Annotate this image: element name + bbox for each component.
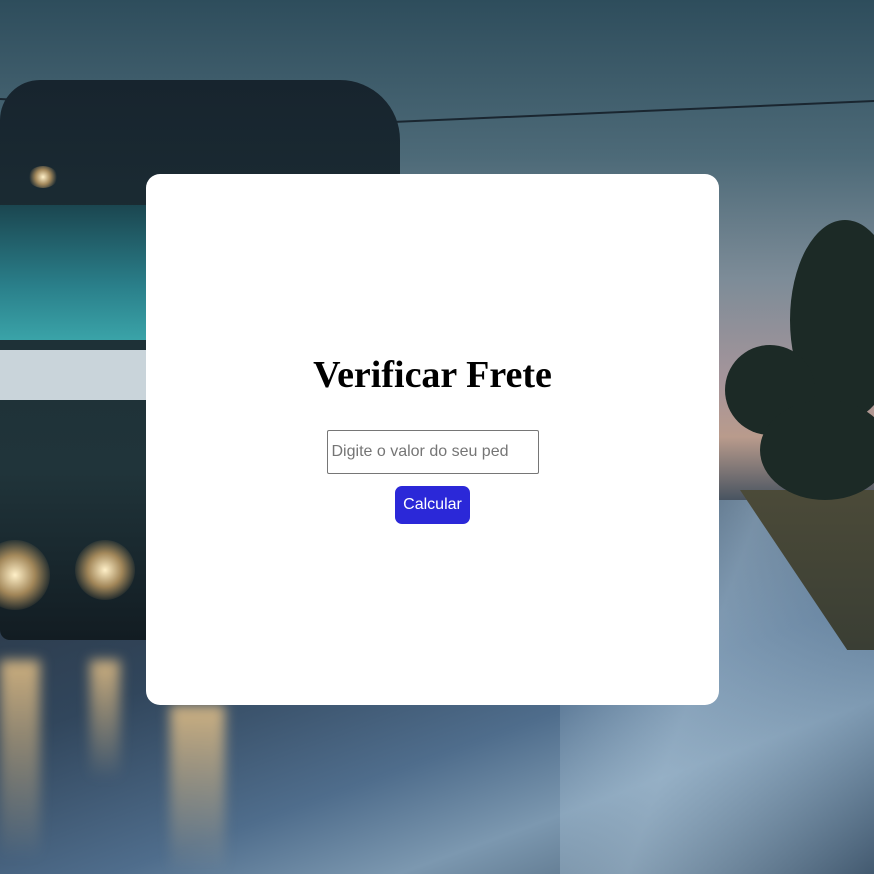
- headlight-reflection: [170, 705, 225, 874]
- truck-stripe: [0, 350, 150, 400]
- truck-roof-light: [28, 166, 58, 188]
- truck-window: [0, 205, 150, 340]
- power-line: [369, 99, 874, 124]
- page-title: Verificar Frete: [313, 353, 552, 396]
- freight-card: Verificar Frete Calcular: [146, 174, 719, 705]
- tree: [760, 400, 874, 500]
- calculate-button[interactable]: Calcular: [395, 485, 470, 524]
- order-value-input[interactable]: [326, 429, 539, 474]
- headlight-reflection: [90, 660, 120, 780]
- truck-headlight: [75, 540, 135, 600]
- headlight-reflection: [0, 660, 40, 860]
